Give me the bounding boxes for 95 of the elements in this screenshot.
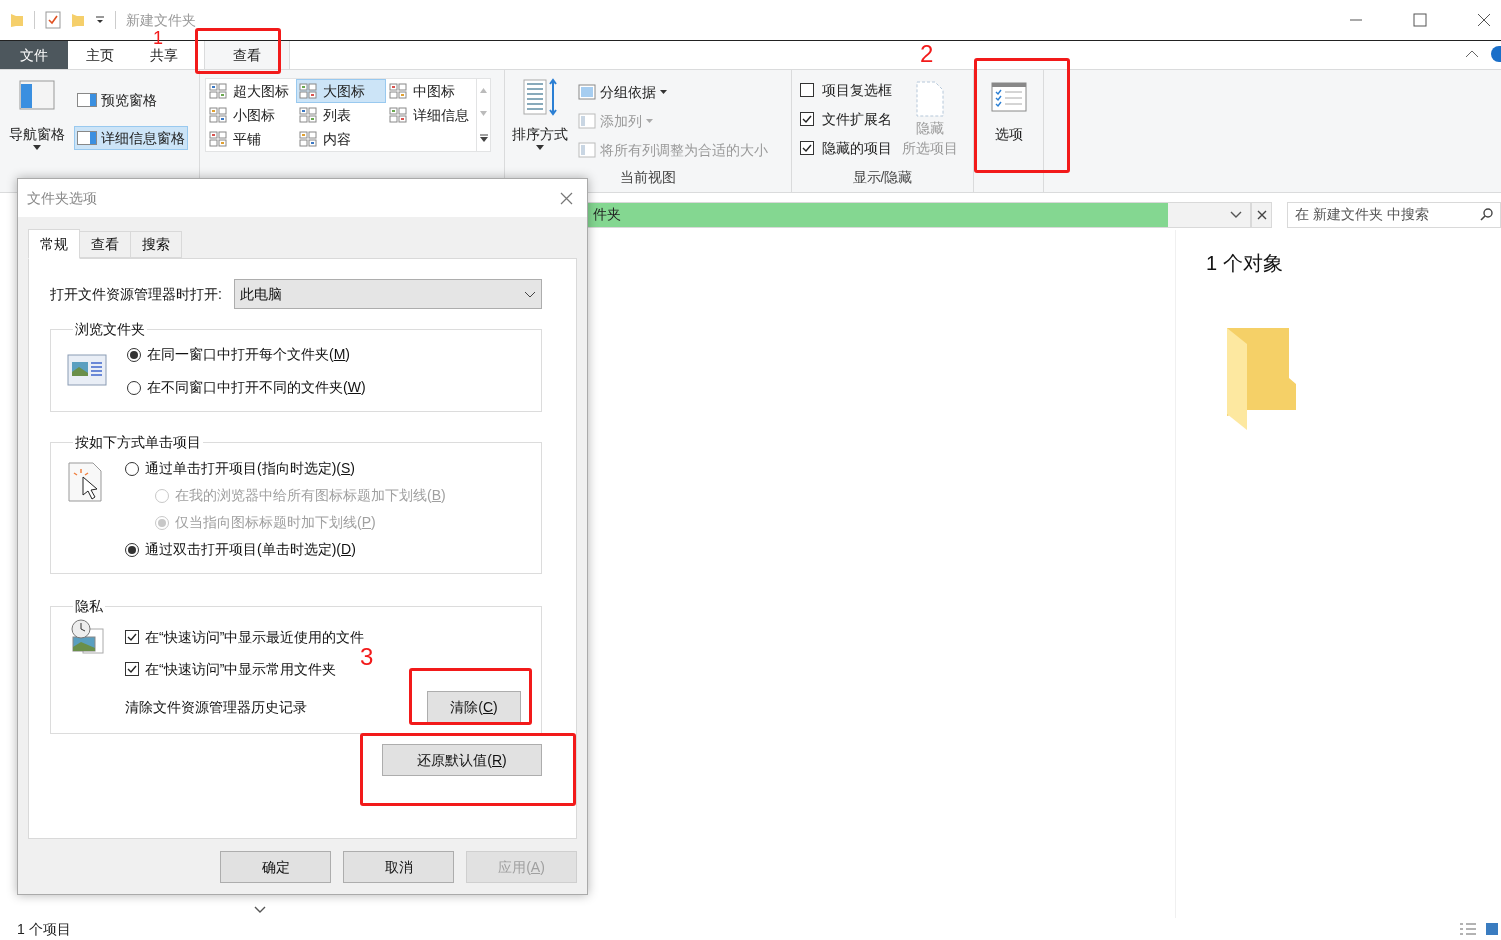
layout-option[interactable]: 详细信息	[386, 103, 476, 127]
radio-button[interactable]	[127, 347, 141, 362]
sort-icon	[522, 78, 558, 116]
dialog-button[interactable]: 确定	[220, 851, 331, 883]
checkbox[interactable]	[800, 112, 814, 126]
view-icon	[389, 107, 407, 123]
close-icon[interactable]	[560, 191, 573, 205]
field-label: 打开文件资源管理器时打开:	[50, 284, 222, 304]
step-number: 2	[920, 42, 934, 66]
caret-icon	[33, 145, 41, 150]
large-icons-view-icon[interactable]	[1485, 922, 1499, 936]
search-icon[interactable]	[1480, 208, 1493, 221]
pane-icon	[77, 131, 97, 145]
layout-option[interactable]: 内容	[296, 127, 386, 151]
radio-label: 在同一窗口中打开每个文件夹(M)	[147, 345, 350, 364]
checkbox-label: 文件扩展名	[822, 109, 892, 129]
caret-icon	[536, 145, 544, 150]
layout-option[interactable]: 超大图标	[206, 79, 296, 103]
view-icon	[299, 83, 317, 99]
clear-history-label: 清除文件资源管理器历史记录	[125, 697, 307, 717]
address-text: 件夹	[592, 205, 621, 224]
column-icon	[578, 113, 596, 129]
layout-option[interactable]: 大图标	[296, 79, 386, 103]
dropdown-icon[interactable]	[95, 15, 105, 25]
radio-button[interactable]	[125, 461, 139, 476]
group-title: 隐私	[74, 597, 104, 616]
close-icon	[1256, 209, 1267, 220]
dialog-tab[interactable]: 搜索	[131, 231, 182, 258]
radio-label: 仅当指向图标标题时加下划线(P)	[175, 513, 376, 532]
window-icon	[67, 354, 107, 388]
view-icon	[209, 131, 227, 147]
view-icon	[209, 107, 227, 123]
checkbox[interactable]	[800, 141, 814, 155]
options-button[interactable]: 选项	[990, 82, 1027, 154]
dialog-tab[interactable]: 查看	[80, 231, 131, 258]
radio-label: 在我的浏览器中给所有图标标题加下划线(B)	[175, 486, 446, 505]
dialog-tab[interactable]: 常规	[28, 229, 80, 259]
collapse-ribbon-icon[interactable]	[1465, 49, 1479, 59]
checkbox[interactable]	[125, 662, 139, 676]
navigation-pane-icon	[19, 80, 55, 110]
checkbox-label: 在“快速访问”中显示常用文件夹	[145, 659, 337, 679]
checklist-icon[interactable]	[45, 11, 61, 29]
group-label: 显示/隐藏	[851, 168, 914, 187]
file-tab[interactable]: 文件	[0, 41, 68, 69]
layout-option[interactable]: 小图标	[206, 103, 296, 127]
column-icon	[578, 142, 596, 158]
layout-option[interactable]: 平铺	[206, 127, 296, 151]
checkbox-label: 隐藏的项目	[822, 138, 892, 158]
cancel-button[interactable]	[1250, 201, 1273, 228]
checklist-window-icon	[990, 82, 1027, 112]
checkbox[interactable]	[800, 83, 814, 97]
ribbon-tab[interactable]: 主页	[68, 41, 132, 69]
view-command[interactable]: 分组依据	[578, 80, 768, 104]
radio-button[interactable]	[125, 542, 139, 557]
view-icon	[389, 83, 407, 99]
radio-label: 通过单击打开项目(指向时选定)(S)	[145, 459, 355, 478]
checkbox-label: 在“快速访问”中显示最近使用的文件	[145, 627, 365, 647]
pane-icon	[77, 93, 97, 107]
ribbon-tab[interactable]: 查看	[204, 41, 290, 69]
search-field[interactable]: 在 新建文件夹 中搜索	[1287, 201, 1501, 228]
more-icon[interactable]	[479, 134, 488, 142]
click-cursor-icon	[67, 461, 105, 503]
group-label: 当前视图	[619, 168, 677, 187]
pane-button[interactable]: 预览窗格	[74, 88, 188, 112]
checkbox-label: 项目复选框	[822, 80, 892, 100]
caret-icon	[660, 90, 667, 94]
pane-button[interactable]: 详细信息窗格	[74, 126, 188, 150]
hidden-document-icon	[915, 80, 945, 118]
layout-option[interactable]: 中图标	[386, 79, 476, 103]
group-title: 按如下方式单击项目	[74, 433, 202, 452]
details-title: 1 个对象	[1206, 252, 1283, 274]
help-icon[interactable]	[1491, 46, 1501, 62]
view-icon	[209, 83, 227, 99]
view-icon	[299, 107, 317, 123]
clear-button[interactable]: 清除(C)	[427, 691, 521, 723]
sort-by-button[interactable]: 排序方式	[510, 78, 570, 167]
radio-label: 通过双击打开项目(单击时选定)(D)	[145, 540, 356, 559]
caret-icon	[646, 119, 653, 123]
step-number: 3	[360, 645, 374, 669]
dialog-button[interactable]: 取消	[343, 851, 454, 883]
radio-button[interactable]	[127, 380, 141, 395]
view-icon	[299, 131, 317, 147]
column-icon	[578, 84, 596, 100]
close-icon[interactable]	[1477, 13, 1491, 27]
open-with-select[interactable]: 此电脑	[233, 279, 542, 309]
restore-defaults-button[interactable]: 还原默认值(R)	[382, 744, 542, 776]
window-title: 新建文件夹	[126, 10, 196, 30]
group-title: 浏览文件夹	[74, 320, 146, 339]
scroll-down-icon[interactable]	[254, 906, 266, 914]
chevron-down-icon	[524, 290, 536, 298]
status-text: 1 个项目	[17, 919, 71, 939]
chevron-down-icon[interactable]	[1229, 210, 1242, 219]
checkbox[interactable]	[125, 630, 139, 644]
radio-label: 在不同窗口中打开不同的文件夹(W)	[147, 378, 366, 397]
layout-option[interactable]: 列表	[296, 103, 386, 127]
